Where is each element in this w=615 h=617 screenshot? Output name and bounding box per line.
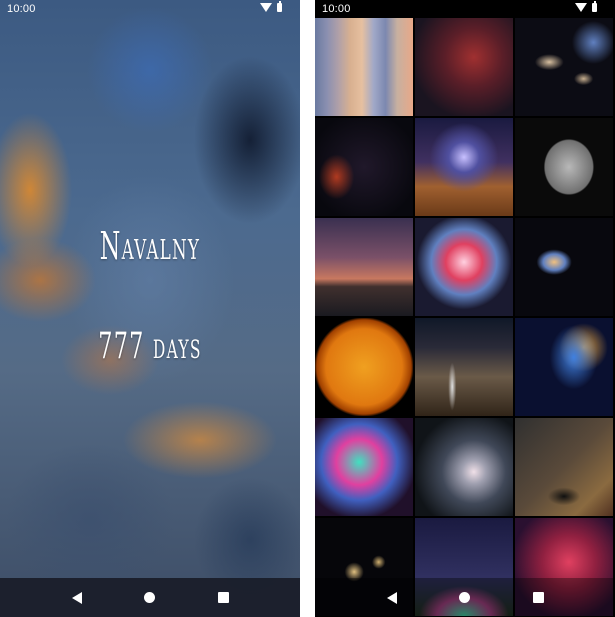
- navigation-bar: [315, 578, 615, 617]
- home-icon: [144, 592, 156, 603]
- back-icon: [71, 591, 82, 604]
- home-button[interactable]: [130, 581, 170, 615]
- nebula-wallpaper: [0, 0, 300, 617]
- thumb-milky-way-hiker[interactable]: [415, 118, 513, 216]
- back-button[interactable]: [372, 581, 412, 615]
- home-icon: [459, 592, 471, 603]
- counter-title: Navalny: [99, 224, 201, 268]
- thumb-sunset-palms[interactable]: [315, 218, 413, 316]
- thumb-waterfall-cliff[interactable]: [415, 318, 513, 416]
- thumb-red-nebula[interactable]: [415, 18, 513, 116]
- battery-icon: [277, 1, 282, 12]
- thumb-sun-chromosphere[interactable]: [315, 318, 413, 416]
- thumb-meteor-tree[interactable]: [515, 418, 613, 516]
- home-button[interactable]: [445, 581, 485, 615]
- thumb-color-strips[interactable]: [315, 18, 413, 116]
- back-button[interactable]: [57, 581, 97, 615]
- wifi-icon: [260, 3, 272, 12]
- thumb-blue-veil-nebula[interactable]: [515, 318, 613, 416]
- status-time: 10:00: [7, 3, 36, 15]
- thumb-dark-swirl-nebula[interactable]: [415, 418, 513, 516]
- phone-screen-right: 10:00: [315, 0, 615, 617]
- wifi-icon: [575, 3, 587, 12]
- recents-icon: [532, 592, 544, 603]
- recents-button[interactable]: [203, 581, 243, 615]
- status-time: 10:00: [322, 3, 351, 15]
- thumb-dark-red-nebula[interactable]: [315, 118, 413, 216]
- status-icons: [575, 1, 597, 12]
- thumb-planetary-nebula[interactable]: [415, 218, 513, 316]
- phone-screen-left: 10:00 Navalny 777 days: [0, 0, 300, 617]
- thumb-galaxies-pair[interactable]: [515, 18, 613, 116]
- thumb-spiral-galaxy[interactable]: [515, 218, 613, 316]
- thumb-colorful-nebula[interactable]: [315, 418, 413, 516]
- thumb-moon-hyperion[interactable]: [515, 118, 613, 216]
- navigation-bar: [0, 578, 300, 617]
- status-bar: 10:00: [315, 0, 615, 18]
- recents-button[interactable]: [518, 581, 558, 615]
- status-bar: 10:00: [0, 0, 300, 18]
- status-icons: [260, 1, 282, 12]
- back-icon: [386, 591, 397, 604]
- battery-icon: [592, 1, 597, 12]
- image-grid: [315, 18, 615, 616]
- recents-icon: [217, 592, 229, 603]
- days-counter: 777 days: [98, 326, 202, 367]
